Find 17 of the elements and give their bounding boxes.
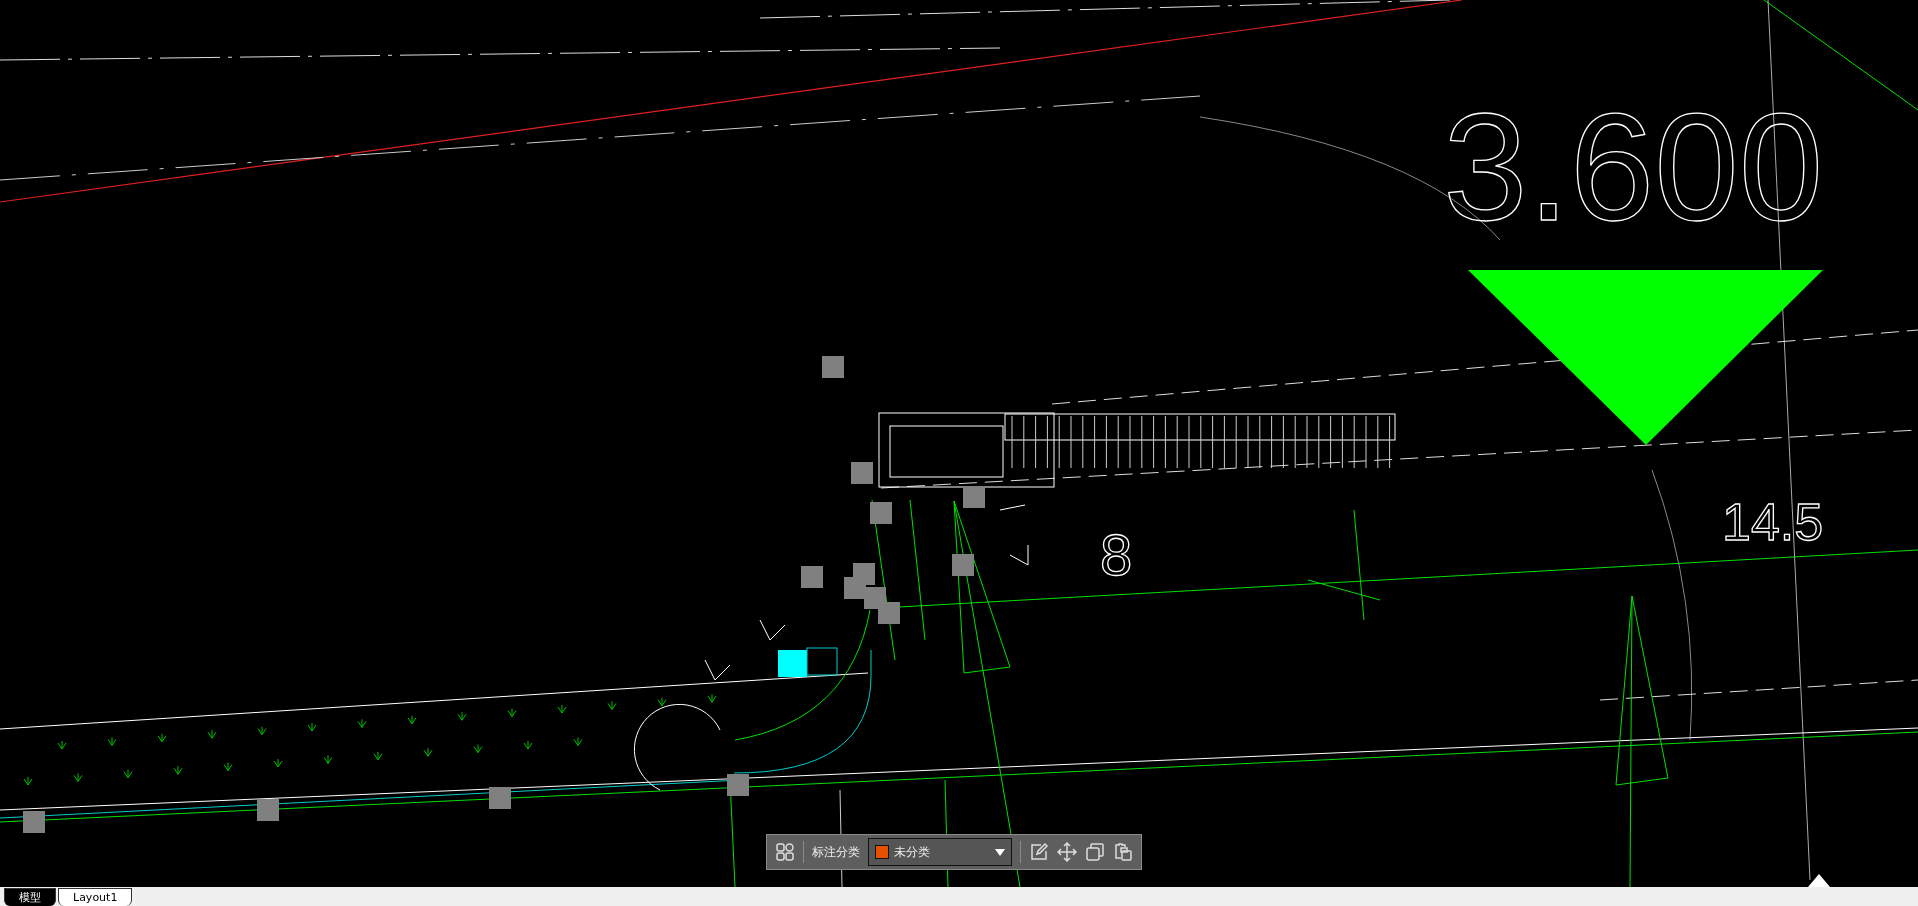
layout-tab[interactable]: Layout1 <box>58 888 133 906</box>
layout-tab[interactable]: 模型 <box>4 888 56 906</box>
elevation-label: 3.600 <box>1443 82 1824 252</box>
dimension-label: 14.5 <box>1722 493 1824 551</box>
paste-icon[interactable] <box>1113 842 1133 862</box>
elevation-triangle-icon <box>1468 270 1823 445</box>
edit-icon[interactable] <box>1029 842 1049 862</box>
caret-icon <box>995 848 1005 856</box>
move-icon[interactable] <box>1057 842 1077 862</box>
dimension-label: 8 <box>1100 522 1133 587</box>
triangle-marker-icon <box>1808 874 1830 887</box>
category-dropdown[interactable]: 未分类 <box>868 838 1012 866</box>
grid-icon[interactable] <box>775 842 795 862</box>
category-label: 标注分类 <box>812 843 860 861</box>
category-swatch-icon <box>875 845 889 859</box>
copy-icon[interactable] <box>1085 842 1105 862</box>
category-value: 未分类 <box>894 843 931 861</box>
